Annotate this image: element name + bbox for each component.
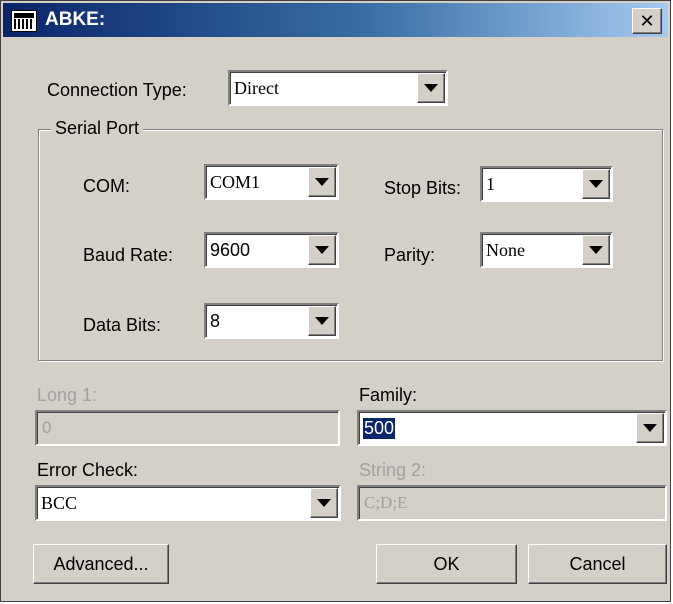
baud-rate-label: Baud Rate: [83, 245, 174, 265]
chevron-down-icon [589, 246, 603, 254]
baud-rate-value: 9600 [210, 240, 251, 260]
com-select[interactable]: COM1 [204, 164, 339, 200]
string2-field: C;D;E [357, 485, 667, 521]
family-dropdown-button[interactable] [636, 413, 664, 443]
data-bits-label: Data Bits: [83, 315, 162, 335]
long1-field: 0 [35, 410, 340, 446]
error-check-value: BCC [41, 493, 78, 513]
connection-type-dropdown-button[interactable] [417, 73, 445, 103]
keyboard-icon [11, 10, 37, 32]
baud-rate-dropdown-button[interactable] [308, 235, 336, 265]
stop-bits-value: 1 [486, 174, 495, 194]
window-title: ABKE: [45, 9, 106, 30]
com-dropdown-button[interactable] [308, 167, 336, 197]
error-check-label: Error Check: [37, 460, 139, 480]
chevron-down-icon [315, 178, 329, 186]
chevron-down-icon [589, 180, 603, 188]
error-check-select[interactable]: BCC [35, 485, 341, 521]
parity-select[interactable]: None [480, 232, 613, 268]
long1-label: Long 1: [37, 385, 98, 405]
parity-dropdown-button[interactable] [582, 235, 610, 265]
chevron-down-icon [424, 84, 438, 92]
com-label: COM: [83, 176, 130, 196]
data-bits-select[interactable]: 8 [204, 303, 339, 339]
stop-bits-dropdown-button[interactable] [582, 169, 610, 199]
stop-bits-select[interactable]: 1 [480, 166, 613, 202]
ok-button[interactable]: OK [376, 544, 517, 584]
close-icon: ✕ [639, 10, 655, 32]
chevron-down-icon [315, 317, 329, 325]
serial-port-legend: Serial Port [51, 118, 144, 139]
connection-type-value: Direct [234, 78, 279, 98]
parity-label: Parity: [384, 245, 436, 265]
long1-value: 0 [42, 418, 52, 437]
abke-dialog: ABKE: ✕ Connection Type: Direct Serial P… [0, 0, 671, 602]
com-value: COM1 [210, 172, 261, 192]
data-bits-value: 8 [210, 311, 221, 331]
cancel-button[interactable]: Cancel [528, 544, 667, 584]
close-button[interactable]: ✕ [632, 8, 662, 34]
family-select[interactable]: 500 [357, 410, 667, 446]
chevron-down-icon [315, 246, 329, 254]
string2-value: C;D;E [364, 493, 408, 512]
parity-value: None [486, 240, 525, 260]
family-value: 500 [363, 418, 396, 439]
chevron-down-icon [317, 499, 331, 507]
string2-label: String 2: [359, 460, 427, 480]
family-label: Family: [359, 385, 417, 405]
connection-type-select[interactable]: Direct [228, 70, 448, 106]
connection-type-label: Connection Type: [47, 80, 187, 100]
data-bits-dropdown-button[interactable] [308, 306, 336, 336]
baud-rate-select[interactable]: 9600 [204, 232, 339, 268]
error-check-dropdown-button[interactable] [310, 488, 338, 518]
title-bar[interactable]: ABKE: ✕ [3, 3, 668, 37]
stop-bits-label: Stop Bits: [384, 178, 462, 198]
advanced-button[interactable]: Advanced... [33, 544, 169, 584]
chevron-down-icon [643, 424, 657, 432]
